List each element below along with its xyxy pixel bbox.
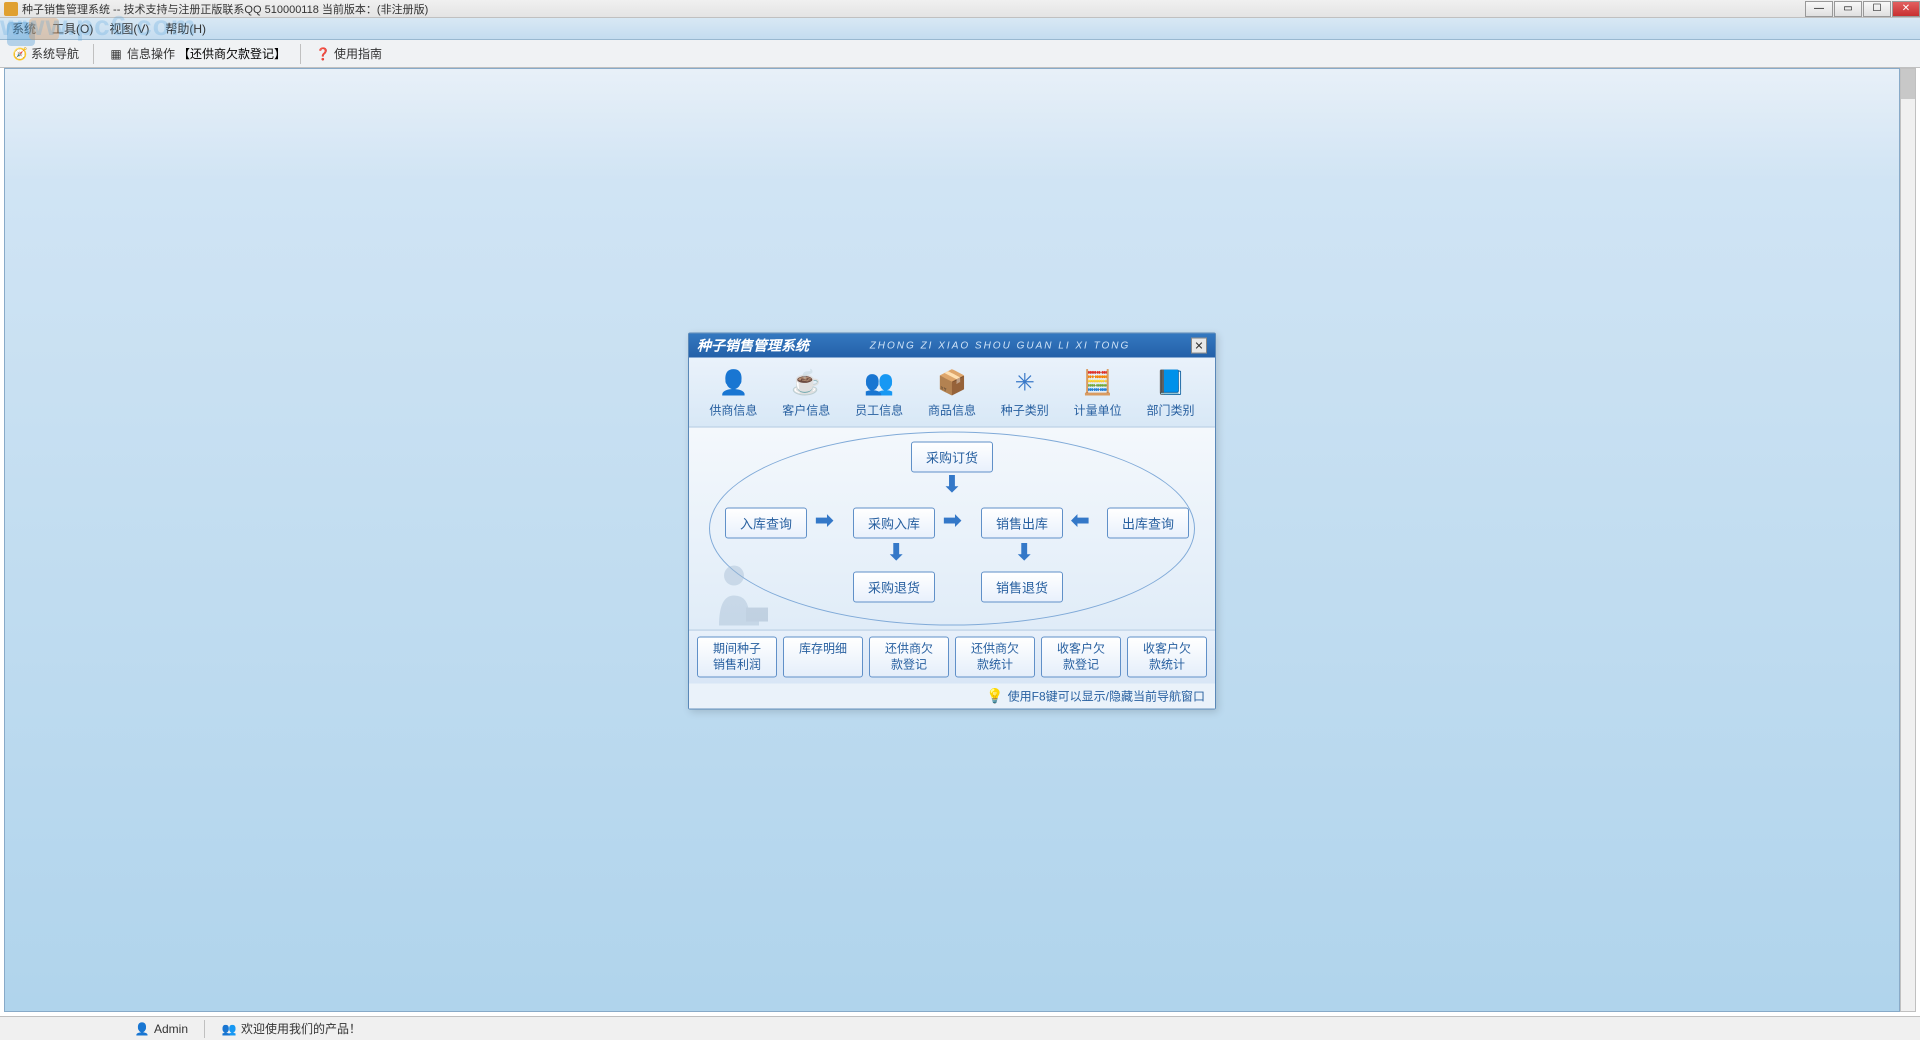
toolbar-separator [93, 44, 94, 64]
seed-category-icon: ✳ [1009, 368, 1041, 398]
app-icon [4, 2, 18, 16]
person-silhouette-icon [704, 558, 774, 628]
customer-icon: ☕ [790, 368, 822, 398]
nav-icon-customer[interactable]: ☕ 客户信息 [772, 368, 840, 419]
window-title: 种子销售管理系统 -- 技术支持与注册正版联系QQ 510000118 当前版本… [22, 1, 1804, 17]
menu-help[interactable]: 帮助(H) [157, 18, 214, 39]
flow-btn-purchase-in[interactable]: 采购入库 [853, 508, 935, 539]
bottom-btn-collect-reg[interactable]: 收客户欠 款登记 [1041, 637, 1121, 678]
flow-chart: 采购订货 ⬇ 入库查询 ➡ 采购入库 ➡ 销售出库 ⬅ 出库查询 ⬇ ⬇ 采购退… [689, 428, 1215, 630]
arrow-down-icon: ⬇ [943, 472, 961, 498]
flow-btn-sales-return[interactable]: 销售退货 [981, 572, 1063, 603]
nav-icon-unit[interactable]: 🧮 计量单位 [1064, 368, 1132, 419]
btn-label: 还供商欠 款统计 [971, 642, 1019, 672]
nav-icon-label: 客户信息 [782, 402, 830, 419]
nav-icon-label: 供商信息 [709, 402, 757, 419]
arrow-down-icon: ⬇ [1015, 540, 1033, 566]
toolbar-guide-label: 使用指南 [334, 45, 382, 62]
arrow-right-icon: ➡ [815, 508, 833, 534]
nav-icons-row: 👤 供商信息 ☕ 客户信息 👥 员工信息 📦 商品信息 ✳ 种子类别 🧮 计 [689, 358, 1215, 428]
maximize-button[interactable]: ☐ [1863, 1, 1891, 17]
status-separator [204, 1020, 205, 1038]
status-user: 👤 Admin [126, 1021, 196, 1037]
lightbulb-icon: 💡 [986, 688, 1003, 705]
close-button[interactable]: ✕ [1892, 1, 1920, 17]
nav-icon-label: 商品信息 [928, 402, 976, 419]
toolbar-info-ops[interactable]: ▦ 信息操作 【还供商欠款登记】 [102, 43, 292, 64]
user-icon: 👤 [134, 1021, 150, 1037]
status-welcome-label: 欢迎使用我们的产品！ [241, 1020, 361, 1037]
help-icon: ❓ [315, 46, 331, 62]
nav-panel-titlebar: 种子销售管理系统 ZHONG ZI XIAO SHOU GUAN LI XI T… [689, 334, 1215, 358]
nav-icon-seed-category[interactable]: ✳ 种子类别 [991, 368, 1059, 419]
nav-icon-product[interactable]: 📦 商品信息 [918, 368, 986, 419]
bottom-btn-pay-supplier-stat[interactable]: 还供商欠 款统计 [955, 637, 1035, 678]
arrow-down-icon: ⬇ [887, 540, 905, 566]
nav-icon-employee[interactable]: 👥 员工信息 [845, 368, 913, 419]
nav-icon-supplier[interactable]: 👤 供商信息 [699, 368, 767, 419]
btn-label: 收客户欠 款登记 [1057, 642, 1105, 672]
minimize-button[interactable]: — [1805, 1, 1833, 17]
window-titlebar: 种子销售管理系统 -- 技术支持与注册正版联系QQ 510000118 当前版本… [0, 0, 1920, 18]
bottom-btn-collect-stat[interactable]: 收客户欠 款统计 [1127, 637, 1207, 678]
restore-button[interactable]: ▭ [1834, 1, 1862, 17]
product-icon: 📦 [936, 368, 968, 398]
supplier-icon: 👤 [717, 368, 749, 398]
btn-label: 期间种子 销售利润 [713, 642, 761, 672]
flow-btn-sales-out[interactable]: 销售出库 [981, 508, 1063, 539]
nav-icon-label: 种子类别 [1001, 402, 1049, 419]
nav-icon-department[interactable]: 📘 部门类别 [1136, 368, 1204, 419]
status-user-label: Admin [154, 1022, 188, 1036]
status-welcome: 👥 欢迎使用我们的产品！ [213, 1020, 369, 1037]
menu-tools[interactable]: 工具(O) [44, 18, 101, 39]
nav-icon-label: 员工信息 [855, 402, 903, 419]
toolbar-guide[interactable]: ❓ 使用指南 [309, 43, 388, 64]
btn-label: 库存明细 [799, 642, 847, 656]
unit-icon: 🧮 [1082, 368, 1114, 398]
nav-icon-label: 计量单位 [1074, 402, 1122, 419]
nav-title-en: ZHONG ZI XIAO SHOU GUAN LI XI TONG [809, 340, 1191, 351]
welcome-icon: 👥 [221, 1021, 237, 1037]
flow-btn-out-query[interactable]: 出库查询 [1107, 508, 1189, 539]
menubar: 系统 工具(O) 视图(V) 帮助(H) [0, 18, 1920, 40]
tip-bar: 💡 使用F8键可以显示/隐藏当前导航窗口 [689, 684, 1215, 709]
nav-title-cn: 种子销售管理系统 [697, 336, 809, 356]
toolbar: 🧭 系统导航 ▦ 信息操作 【还供商欠款登记】 ❓ 使用指南 [0, 40, 1920, 68]
toolbar-nav[interactable]: 🧭 系统导航 [6, 43, 85, 64]
bottom-btn-pay-supplier-reg[interactable]: 还供商欠 款登记 [869, 637, 949, 678]
nav-icon: 🧭 [12, 46, 28, 62]
statusbar: 👤 Admin 👥 欢迎使用我们的产品！ [0, 1016, 1920, 1040]
vertical-scrollbar[interactable] [1900, 68, 1916, 1012]
window-controls: — ▭ ☐ ✕ [1804, 1, 1920, 17]
bottom-btn-inventory[interactable]: 库存明细 [783, 637, 863, 678]
flow-btn-po[interactable]: 采购订货 [911, 442, 993, 473]
flow-btn-purchase-return[interactable]: 采购退货 [853, 572, 935, 603]
arrow-right-icon: ➡ [943, 508, 961, 534]
btn-label: 收客户欠 款统计 [1143, 642, 1191, 672]
menu-system[interactable]: 系统 [4, 18, 44, 39]
toolbar-current: 【还供商欠款登记】 [178, 45, 286, 62]
bottom-btn-profit[interactable]: 期间种子 销售利润 [697, 637, 777, 678]
menu-view[interactable]: 视图(V) [101, 18, 157, 39]
toolbar-info-label: 信息操作 [127, 45, 175, 62]
arrow-left-icon: ⬅ [1071, 508, 1089, 534]
main-workspace: 种子销售管理系统 ZHONG ZI XIAO SHOU GUAN LI XI T… [4, 68, 1900, 1012]
grid-icon: ▦ [108, 46, 124, 62]
flow-btn-in-query[interactable]: 入库查询 [725, 508, 807, 539]
bottom-buttons-row: 期间种子 销售利润 库存明细 还供商欠 款登记 还供商欠 款统计 收客户欠 款登… [689, 630, 1215, 684]
toolbar-nav-label: 系统导航 [31, 45, 79, 62]
scroll-thumb[interactable] [1901, 69, 1915, 99]
employee-icon: 👥 [863, 368, 895, 398]
nav-panel: 种子销售管理系统 ZHONG ZI XIAO SHOU GUAN LI XI T… [688, 333, 1216, 710]
department-icon: 📘 [1154, 368, 1186, 398]
nav-close-button[interactable]: ✕ [1191, 338, 1207, 354]
toolbar-separator [300, 44, 301, 64]
btn-label: 还供商欠 款登记 [885, 642, 933, 672]
tip-text: 使用F8键可以显示/隐藏当前导航窗口 [1008, 688, 1205, 705]
nav-icon-label: 部门类别 [1146, 402, 1194, 419]
